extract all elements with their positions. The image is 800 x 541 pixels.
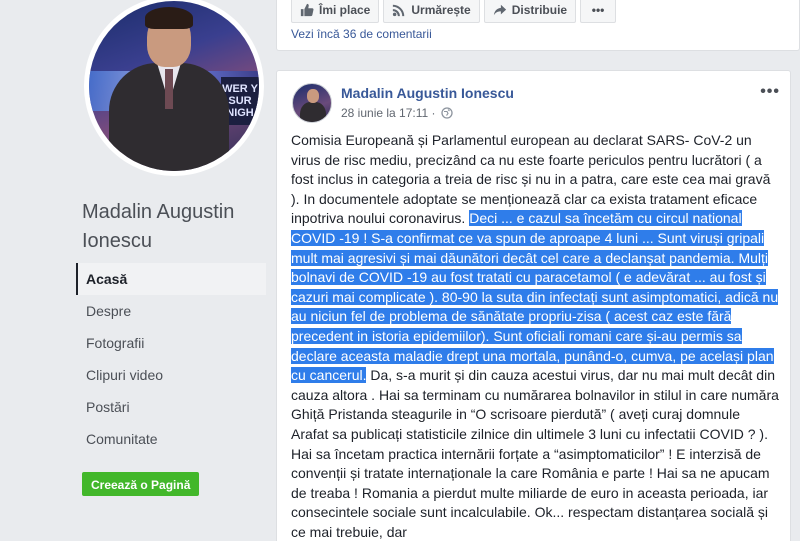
post-date: 28 iunie la 17:11 · — [341, 106, 436, 120]
post-timestamp[interactable]: 28 iunie la 17:11 · — [341, 106, 453, 120]
previous-post-footer: Îmi place Urmărește Distribuie ••• Vezi … — [276, 0, 800, 51]
page-nav: Acasă Despre Fotografii Clipuri video Po… — [76, 263, 266, 455]
post-card: Madalin Augustin Ionescu 28 iunie la 17:… — [276, 70, 791, 541]
share-label: Distribuie — [511, 3, 568, 17]
more-options-button[interactable]: ••• — [580, 0, 617, 23]
nav-item-despre[interactable]: Despre — [76, 295, 266, 327]
nav-item-postari[interactable]: Postări — [76, 391, 266, 423]
view-more-comments-link[interactable]: Vezi încă 36 de comentarii — [291, 26, 432, 40]
share-button[interactable]: Distribuie — [483, 0, 577, 23]
author-avatar[interactable] — [292, 83, 332, 123]
nav-item-fotografii[interactable]: Fotografii — [76, 327, 266, 359]
rss-icon — [393, 4, 405, 17]
create-page-button[interactable]: Creează o Pagină — [82, 472, 200, 496]
share-icon — [493, 4, 506, 16]
profile-picture[interactable]: WER Y SUR NIGH — [84, 0, 264, 176]
post-text-continued: Da, s-a murit și din cauza acestui virus… — [291, 367, 779, 540]
globe-icon — [440, 107, 453, 119]
post-body: Comisia Europeană și Parlamentul europea… — [291, 131, 779, 541]
post-author[interactable]: Madalin Augustin Ionescu — [341, 85, 514, 101]
post-text-highlighted: Deci ... e cazul sa încetăm cu circul na… — [291, 210, 779, 384]
like-button[interactable]: Îmi place — [291, 0, 380, 23]
follow-button[interactable]: Urmărește — [383, 0, 480, 23]
left-column: WER Y SUR NIGH Madalin Augustin Ionescu … — [0, 0, 275, 541]
page-name[interactable]: Madalin Augustin Ionescu — [82, 198, 262, 256]
nav-item-clipuri-video[interactable]: Clipuri video — [76, 359, 266, 391]
nav-item-acasa[interactable]: Acasă — [76, 263, 266, 295]
post-options-icon[interactable]: ••• — [760, 83, 780, 101]
like-label: Îmi place — [319, 3, 371, 17]
post-actions: Îmi place Urmărește Distribuie ••• — [291, 0, 617, 23]
follow-label: Urmărește — [411, 3, 471, 17]
nav-item-comunitate[interactable]: Comunitate — [76, 423, 266, 455]
thumbs-up-icon — [300, 3, 314, 17]
